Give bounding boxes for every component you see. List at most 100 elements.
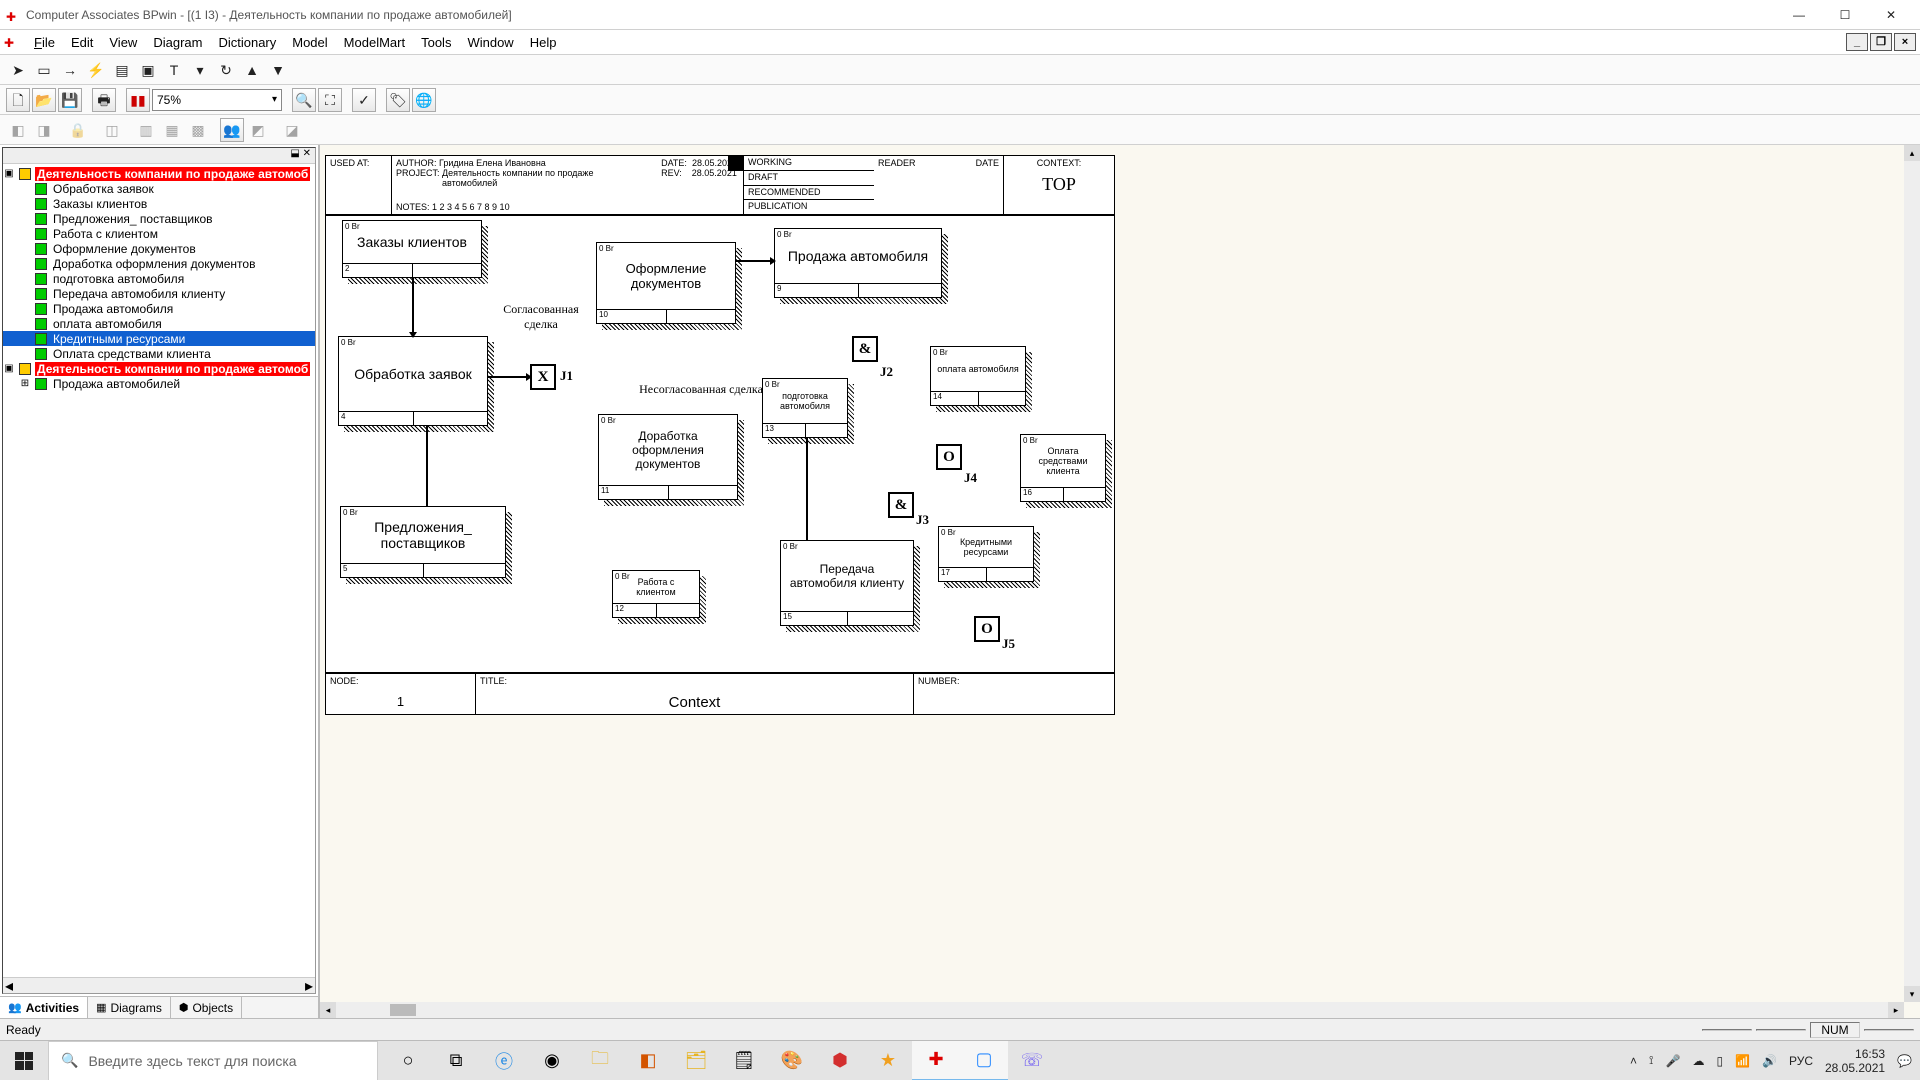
- mm-btn-7[interactable]: 👥: [220, 118, 244, 142]
- junction-j3[interactable]: &: [888, 492, 914, 518]
- menu-tools[interactable]: Tools: [413, 33, 459, 52]
- new-button[interactable]: 🗋: [6, 88, 30, 112]
- tree-item[interactable]: Передача автомобиля клиенту: [3, 286, 315, 301]
- datastore-tool[interactable]: ▤: [110, 58, 134, 82]
- tree-item[interactable]: Продажа автомобиля: [3, 301, 315, 316]
- activity-box-2[interactable]: 0 Br Заказы клиентов 2: [342, 220, 482, 278]
- mdi-restore-button[interactable]: ❐: [1870, 33, 1892, 51]
- task-app1-icon[interactable]: ◧: [624, 1041, 672, 1080]
- menu-diagram[interactable]: Diagram: [145, 33, 210, 52]
- zoom-combo[interactable]: 75%: [152, 89, 282, 111]
- task-notepad-icon[interactable]: 🗒: [720, 1041, 768, 1080]
- tray-volume-icon[interactable]: 🔊: [1762, 1054, 1777, 1068]
- activity-box-9[interactable]: 0 Br Продажа автомобиля 9: [774, 228, 942, 298]
- mdi-close-button[interactable]: ×: [1894, 33, 1916, 51]
- menu-window[interactable]: Window: [459, 33, 521, 52]
- task-cortana-icon[interactable]: ○: [384, 1041, 432, 1080]
- spellcheck-button[interactable]: ✓: [352, 88, 376, 112]
- junction-j2[interactable]: &: [852, 336, 878, 362]
- activity-box-12[interactable]: 0 Br Работа с клиентом 12: [612, 570, 700, 618]
- tree-item[interactable]: Обработка заявок: [3, 181, 315, 196]
- tab-diagrams[interactable]: ▦Diagrams: [88, 997, 171, 1018]
- save-button[interactable]: 💾: [58, 88, 82, 112]
- activity-box-10[interactable]: 0 Br Оформление документов 10: [596, 242, 736, 324]
- tree-item[interactable]: Заказы клиентов: [3, 196, 315, 211]
- tree-item[interactable]: ⊞Продажа автомобилей: [3, 376, 315, 391]
- start-button[interactable]: [0, 1041, 48, 1080]
- tree-item-selected[interactable]: Кредитными ресурсами: [3, 331, 315, 346]
- canvas-vscroll[interactable]: ▴▾: [1904, 145, 1920, 1002]
- diagram-canvas[interactable]: USED AT: AUTHOR: Гридина Елена Ивановна …: [320, 145, 1920, 1018]
- tray-clock[interactable]: 16:53 28.05.2021: [1825, 1047, 1885, 1075]
- zoom-area-button[interactable]: ⛶: [318, 88, 342, 112]
- external-tool[interactable]: ▣: [136, 58, 160, 82]
- print-button[interactable]: 🖶: [92, 88, 116, 112]
- task-explorer-icon[interactable]: 🗀: [576, 1041, 624, 1080]
- up-tool[interactable]: ▲: [240, 58, 264, 82]
- task-taskview-icon[interactable]: ⧉: [432, 1041, 480, 1080]
- activity-box-4[interactable]: 0 Br Обработка заявок 4: [338, 336, 488, 426]
- menu-model[interactable]: Model: [284, 33, 335, 52]
- mdi-minimize-button[interactable]: _: [1846, 33, 1868, 51]
- tray-battery-icon[interactable]: ▯: [1716, 1054, 1723, 1068]
- modelmart-button[interactable]: 🌐: [412, 88, 436, 112]
- tray-wifi-icon[interactable]: 📶: [1735, 1054, 1750, 1068]
- tree-item[interactable]: Работа с клиентом: [3, 226, 315, 241]
- activity-box-15[interactable]: 0 Br Передача автомобиля клиенту 15: [780, 540, 914, 626]
- tree-item[interactable]: Оформление документов: [3, 241, 315, 256]
- tray-lang[interactable]: РУС: [1789, 1054, 1813, 1068]
- open-button[interactable]: 📂: [32, 88, 56, 112]
- panel-close-icon[interactable]: ✕: [303, 148, 311, 159]
- model-tree[interactable]: ▣Деятельность компании по продаже автомо…: [3, 164, 315, 391]
- menu-file[interactable]: File: [26, 33, 63, 52]
- activity-box-11[interactable]: 0 Br Доработка оформления документов 11: [598, 414, 738, 500]
- tree-item[interactable]: оплата автомобиля: [3, 316, 315, 331]
- junction-j4[interactable]: O: [936, 444, 962, 470]
- report-button[interactable]: ▮▮: [126, 88, 150, 112]
- tree-root-2[interactable]: ▣Деятельность компании по продаже автомо…: [3, 361, 315, 376]
- tray-location-icon[interactable]: ⟟: [1649, 1053, 1653, 1068]
- task-viber-icon[interactable]: ☏: [1008, 1041, 1056, 1080]
- close-button[interactable]: ✕: [1868, 0, 1914, 30]
- taskbar-search[interactable]: 🔍 Введите здесь текст для поиска: [48, 1041, 378, 1080]
- tree-item[interactable]: Предложения_ поставщиков: [3, 211, 315, 226]
- down-tool[interactable]: ▼: [266, 58, 290, 82]
- panel-pin-icon[interactable]: ⬓: [290, 148, 299, 159]
- minimize-button[interactable]: —: [1776, 0, 1822, 30]
- task-star-icon[interactable]: ★: [864, 1041, 912, 1080]
- refresh-tool[interactable]: ↻: [214, 58, 238, 82]
- menu-edit[interactable]: Edit: [63, 33, 101, 52]
- squiggle-tool[interactable]: ⚡: [84, 58, 108, 82]
- menu-dictionary[interactable]: Dictionary: [210, 33, 284, 52]
- activity-box-tool[interactable]: ▭: [32, 58, 56, 82]
- tree-hscroll[interactable]: ◂▸: [3, 977, 315, 993]
- decompose-tool[interactable]: ▾: [188, 58, 212, 82]
- pointer-tool[interactable]: ➤: [6, 58, 30, 82]
- maximize-button[interactable]: ☐: [1822, 0, 1868, 30]
- menu-help[interactable]: Help: [522, 33, 565, 52]
- activity-box-17[interactable]: 0 Br Кредитными ресурсами 17: [938, 526, 1034, 582]
- arrow-tool[interactable]: →: [58, 58, 82, 82]
- task-chrome-icon[interactable]: ◉: [528, 1041, 576, 1080]
- tree-item[interactable]: Доработка оформления документов: [3, 256, 315, 271]
- tab-objects[interactable]: ⬢Objects: [171, 997, 242, 1018]
- tray-onedrive-icon[interactable]: ☁: [1692, 1054, 1704, 1068]
- text-tool[interactable]: T: [162, 58, 186, 82]
- activity-box-14[interactable]: 0 Br оплата автомобиля 14: [930, 346, 1026, 406]
- activity-box-5[interactable]: 0 Br Предложения_ поставщиков 5: [340, 506, 506, 578]
- canvas-hscroll[interactable]: ◂▸: [320, 1002, 1904, 1018]
- menu-modelmart[interactable]: ModelMart: [336, 33, 413, 52]
- tree-item[interactable]: Оплата средствами клиента: [3, 346, 315, 361]
- tray-chevron-icon[interactable]: ˄: [1630, 1054, 1637, 1068]
- task-office-icon[interactable]: ⬢: [816, 1041, 864, 1080]
- tab-activities[interactable]: 👥Activities: [0, 997, 88, 1018]
- activity-box-13[interactable]: 0 Br подготовка автомобиля 13: [762, 378, 848, 438]
- tree-item[interactable]: подготовка автомобиля: [3, 271, 315, 286]
- system-menu-icon[interactable]: [4, 34, 20, 50]
- tree-root-1[interactable]: ▣Деятельность компании по продаже автомо…: [3, 166, 315, 181]
- tray-notifications-icon[interactable]: 💬: [1897, 1054, 1912, 1068]
- task-zoom-icon[interactable]: ▢: [960, 1041, 1008, 1080]
- task-files-icon[interactable]: 🗂: [672, 1041, 720, 1080]
- tray-mic-icon[interactable]: 🎤: [1665, 1054, 1680, 1068]
- menu-view[interactable]: View: [101, 33, 145, 52]
